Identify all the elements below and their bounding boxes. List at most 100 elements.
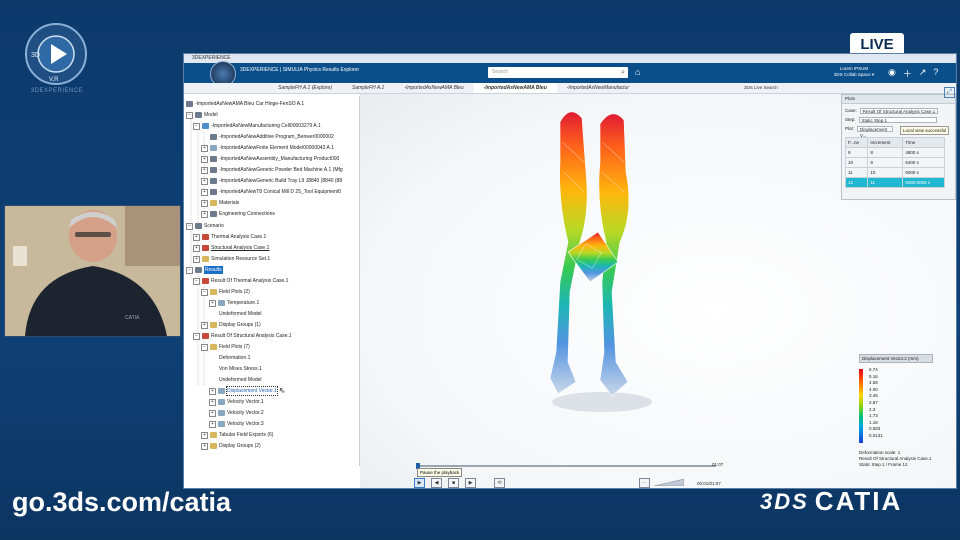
tree-item[interactable]: − -ImportedAsNewManufacturing Cell000032… xyxy=(193,122,321,130)
avatar-icon[interactable]: ◉ xyxy=(888,67,896,80)
step-row: Step: Static Step.1 xyxy=(845,116,937,123)
col-frame[interactable]: F...ne xyxy=(844,137,869,148)
expand-icon[interactable]: ⤢ xyxy=(944,87,955,98)
tree-item[interactable]: − Field Plots (2) xyxy=(201,288,250,296)
step-select[interactable]: Static Step.1 xyxy=(858,116,937,123)
expand-toggle[interactable]: + xyxy=(209,398,216,406)
tree-model[interactable]: − Model xyxy=(186,111,218,119)
step-back-button[interactable]: ◀ xyxy=(431,478,442,488)
help-icon[interactable]: ? xyxy=(933,67,938,80)
plot-select[interactable]: Displacement V... xyxy=(857,125,894,138)
tree-item[interactable]: Deformation.1 xyxy=(219,354,250,362)
expand-toggle[interactable]: + xyxy=(193,255,200,263)
tree-item[interactable]: − Result Of Thermal Analysis Case.1 xyxy=(193,277,288,285)
tree-item[interactable]: + Materials xyxy=(201,199,239,207)
expand-toggle[interactable]: + xyxy=(201,188,208,196)
tab-samplefh-explore[interactable]: SampleFH A.1 (Explore) xyxy=(268,83,342,93)
tree-item[interactable]: + Display Groups (1) xyxy=(201,321,261,329)
tab-samplefh[interactable]: SampleFH A.1 xyxy=(342,83,394,93)
tree-item[interactable]: -ImportedAsNewAdditive Program_Benwer000… xyxy=(210,133,334,141)
expand-toggle[interactable]: + xyxy=(209,409,216,417)
tree-item-label: Temperature.1 xyxy=(227,300,260,306)
add-icon[interactable]: ＋ xyxy=(903,67,912,80)
tree-item[interactable]: + -ImportedAsNewT8 Conical Mill D 25_Too… xyxy=(201,188,341,196)
expand-toggle[interactable]: + xyxy=(209,387,216,395)
tree-item[interactable]: − Result Of Structural Analysis Case.1 xyxy=(193,332,292,340)
expand-toggle[interactable]: + xyxy=(201,210,208,218)
col-increment[interactable]: Increment xyxy=(867,137,904,148)
legend-tick: 1.16 xyxy=(869,419,878,425)
tree-results[interactable]: − Results xyxy=(186,266,223,274)
tree-root[interactable]: -ImportedAsNewAMA Bleu Car Hinge-FenSO A… xyxy=(186,100,304,108)
tree-item[interactable]: + Velocity Vector.1 xyxy=(209,398,264,406)
collapse-toggle[interactable]: − xyxy=(193,122,200,130)
tree-item[interactable]: + Velocity Vector.2 xyxy=(209,409,264,417)
expand-toggle[interactable]: + xyxy=(201,442,208,450)
table-row[interactable]: 10 9 5400 s xyxy=(844,157,945,168)
case-select[interactable]: Result Of Structural Analysis Case.1 xyxy=(859,107,938,114)
tree-scenario[interactable]: − Scenario xyxy=(186,222,224,230)
tree-item[interactable]: − Field Plots (7) xyxy=(201,343,250,351)
live-search-link[interactable]: 3DS Live Search xyxy=(744,85,778,90)
tree-item[interactable]: + Velocity Vector.3 xyxy=(209,420,264,428)
tab-imported-1[interactable]: -ImportedAsNewAMA Bleu xyxy=(394,83,473,93)
expand-toggle[interactable]: + xyxy=(201,166,208,174)
options-button[interactable]: ⋯ xyxy=(639,478,650,488)
table-row[interactable]: 11 10 6000 s xyxy=(844,167,945,178)
collapse-toggle[interactable]: − xyxy=(201,288,208,296)
tree-item[interactable]: + Simulation Resource Set.1 xyxy=(193,255,270,263)
search-icon[interactable]: ⌕ xyxy=(621,67,625,78)
table-row-selected[interactable]: 12 11 6250.0006 s xyxy=(844,177,945,188)
tree-item[interactable]: Undeformed Model xyxy=(219,310,262,318)
table-row[interactable]: 9 8 4800 s xyxy=(844,147,945,158)
collapse-toggle[interactable]: − xyxy=(201,343,208,351)
tree-item[interactable]: + Tabular Field Exports (6) xyxy=(201,431,273,439)
stop-button[interactable]: ■ xyxy=(448,478,459,488)
share-icon[interactable]: ↗ xyxy=(919,67,927,80)
tree-item-displacement[interactable]: + Displacement Vector.1 ⇖ xyxy=(209,386,285,396)
step-forward-button[interactable]: ▶ xyxy=(465,478,476,488)
expand-toggle[interactable]: + xyxy=(201,431,208,439)
tree-item[interactable]: + Thermal Analysis Case.1 xyxy=(193,233,266,241)
plot-label: Plot: xyxy=(845,126,855,131)
tab-imported-active[interactable]: -ImportedAsNewAMA Bleu xyxy=(473,83,557,93)
expand-toggle[interactable]: + xyxy=(209,299,216,307)
tree-item[interactable]: + Display Groups (2) xyxy=(201,442,261,450)
play-pause-button[interactable]: ▶ xyxy=(414,478,425,488)
tree-item[interactable]: + Structural Analysis Case.1 xyxy=(193,244,269,252)
user-info[interactable]: Lorem IPSUM 3DS Collab Space ▾ xyxy=(824,66,884,78)
tree-item[interactable]: + -ImportedAsNewAssembly_Manufacturing P… xyxy=(201,155,339,163)
expand-toggle[interactable]: + xyxy=(201,144,208,152)
search-input[interactable]: Search ⌕ xyxy=(488,67,628,78)
tab-imported-manufacturing[interactable]: -ImportedAsNewManufactur xyxy=(557,83,639,93)
expand-toggle[interactable]: + xyxy=(193,244,200,252)
tree-item[interactable]: Undeformed Model xyxy=(219,376,262,384)
expand-toggle[interactable]: + xyxy=(201,199,208,207)
expand-toggle[interactable]: + xyxy=(201,177,208,185)
tree-item[interactable]: + -ImportedAsNewGeneric Build Tray L9 J8… xyxy=(201,177,342,185)
3d-viewport[interactable]: Plots Case: Result Of Structural Analysi… xyxy=(360,94,956,488)
promo-url[interactable]: go.3ds.com/catia xyxy=(12,487,231,518)
col-time[interactable]: Time xyxy=(902,137,945,148)
collapse-toggle[interactable]: − xyxy=(186,222,193,230)
tree-item[interactable]: + -ImportedAsNewFinite Element Model0000… xyxy=(201,144,334,152)
tree-item-label: Display Groups (2) xyxy=(219,443,261,449)
collapse-toggle[interactable]: − xyxy=(193,277,200,285)
tag-icon[interactable]: ⌂ xyxy=(635,67,640,77)
speed-ramp-icon[interactable] xyxy=(654,479,684,486)
playback-timeline[interactable] xyxy=(416,463,716,469)
collapse-toggle[interactable]: − xyxy=(186,111,193,119)
tree-item[interactable]: + Engineering Connections xyxy=(201,210,275,218)
collapse-toggle[interactable]: − xyxy=(193,332,200,340)
tree-item[interactable]: + -ImportedAsNewGeneric Powder Bed Machi… xyxy=(201,166,343,174)
expand-toggle[interactable]: + xyxy=(193,233,200,241)
loop-button[interactable]: ⟲ xyxy=(494,478,505,488)
field-plots-icon xyxy=(210,289,217,295)
expand-toggle[interactable]: + xyxy=(209,420,216,428)
collab-space[interactable]: 3DS Collab Space ▾ xyxy=(824,72,884,78)
collapse-toggle[interactable]: − xyxy=(186,266,193,274)
expand-toggle[interactable]: + xyxy=(201,321,208,329)
tree-item[interactable]: Von Mises Stress.1 xyxy=(219,365,262,373)
expand-toggle[interactable]: + xyxy=(201,155,208,163)
tree-item[interactable]: + Temperature.1 xyxy=(209,299,259,307)
